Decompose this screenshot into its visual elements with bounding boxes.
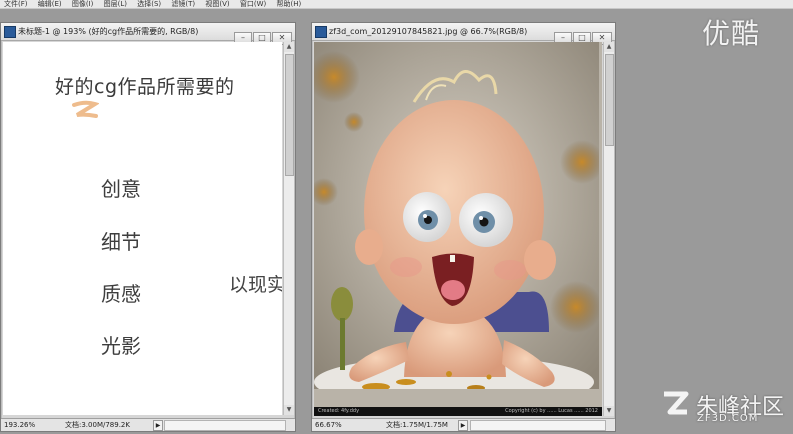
item-creativity: 创意 <box>101 177 141 201</box>
right-canvas[interactable]: Created: 4fy.ddy Copyright (c) by ......… <box>314 42 602 416</box>
zf-community-logo-icon <box>664 391 689 415</box>
menu-filter[interactable]: 滤镜(T) <box>167 0 199 8</box>
left-document-window: 未标题-1 @ 193% (好的cg作品所需要的, RGB/8) – □ ✕ 好的c… <box>0 22 296 432</box>
right-window-title: zf3d_com_20129107845821.jpg @ 66.7%(RGB/… <box>329 27 528 36</box>
baby-illustration-image <box>314 42 599 389</box>
youku-watermark: 优酷 <box>702 17 761 50</box>
scroll-thumb[interactable] <box>605 54 614 146</box>
item-texture: 质感 <box>101 282 141 306</box>
right-window-titlebar[interactable]: zf3d_com_20129107845821.jpg @ 66.7%(RGB/… <box>312 23 615 45</box>
menu-layer[interactable]: 图层(L) <box>100 0 131 8</box>
orange-brush-mark <box>72 100 99 118</box>
zf-community-url: ZF3D.COM <box>697 413 759 424</box>
scroll-thumb[interactable] <box>285 54 294 176</box>
menu-bar: 文件(F) 编辑(E) 图像(I) 图层(L) 选择(S) 滤镜(T) 视图(V… <box>0 0 793 9</box>
left-canvas[interactable]: 好的cg作品所需要的 创意 细节 质感 光影 以现实 <box>3 42 282 415</box>
menu-select[interactable]: 选择(S) <box>133 0 165 8</box>
image-caption-right: Copyright (c) by ...... Lucas ...... 201… <box>505 408 598 414</box>
item-lighting: 光影 <box>101 334 141 358</box>
partial-text: 以现实 <box>229 274 282 296</box>
photoshop-icon <box>315 26 327 38</box>
right-vertical-scrollbar[interactable]: ▲ ▼ <box>603 42 614 416</box>
menu-image[interactable]: 图像(I) <box>68 0 98 8</box>
left-status-bar: 193.26% 文档:3.00M/789.2K ▶ <box>1 418 295 431</box>
document-info: 文档:1.75M/1.75M <box>386 421 448 429</box>
menu-edit[interactable]: 编辑(E) <box>34 0 66 8</box>
menu-help[interactable]: 帮助(H) <box>272 0 305 8</box>
item-detail: 细节 <box>101 230 141 254</box>
right-horizontal-scrollbar[interactable] <box>470 420 606 431</box>
menu-file[interactable]: 文件(F) <box>0 0 32 8</box>
scroll-up-arrow-icon[interactable]: ▲ <box>284 42 294 52</box>
status-menu-arrow-icon[interactable]: ▶ <box>153 420 163 431</box>
menu-window[interactable]: 窗口(W) <box>236 0 270 8</box>
left-vertical-scrollbar[interactable]: ▲ ▼ <box>283 42 294 415</box>
status-menu-arrow-icon[interactable]: ▶ <box>458 420 468 431</box>
left-window-title: 未标题-1 @ 193% (好的cg作品所需要的, RGB/8) <box>18 27 199 36</box>
image-caption-strip: Created: 4fy.ddy Copyright (c) by ......… <box>314 407 602 416</box>
zoom-level[interactable]: 66.67% <box>315 419 342 431</box>
document-heading: 好的cg作品所需要的 <box>55 76 235 98</box>
menu-view[interactable]: 视图(V) <box>201 0 233 8</box>
right-status-bar: 66.67% 文档:1.75M/1.75M ▶ <box>312 418 615 431</box>
scroll-up-arrow-icon[interactable]: ▲ <box>604 42 614 52</box>
document-info: 文档:3.00M/789.2K <box>65 421 130 429</box>
left-window-titlebar[interactable]: 未标题-1 @ 193% (好的cg作品所需要的, RGB/8) – □ ✕ <box>1 23 295 45</box>
zoom-level[interactable]: 193.26% <box>4 419 35 431</box>
left-horizontal-scrollbar[interactable] <box>164 420 286 431</box>
image-caption-left: Created: 4fy.ddy <box>318 408 360 414</box>
photoshop-icon <box>4 26 16 38</box>
right-document-window: zf3d_com_20129107845821.jpg @ 66.7%(RGB/… <box>311 22 616 432</box>
scroll-down-arrow-icon[interactable]: ▼ <box>284 405 294 415</box>
scroll-down-arrow-icon[interactable]: ▼ <box>604 406 614 416</box>
